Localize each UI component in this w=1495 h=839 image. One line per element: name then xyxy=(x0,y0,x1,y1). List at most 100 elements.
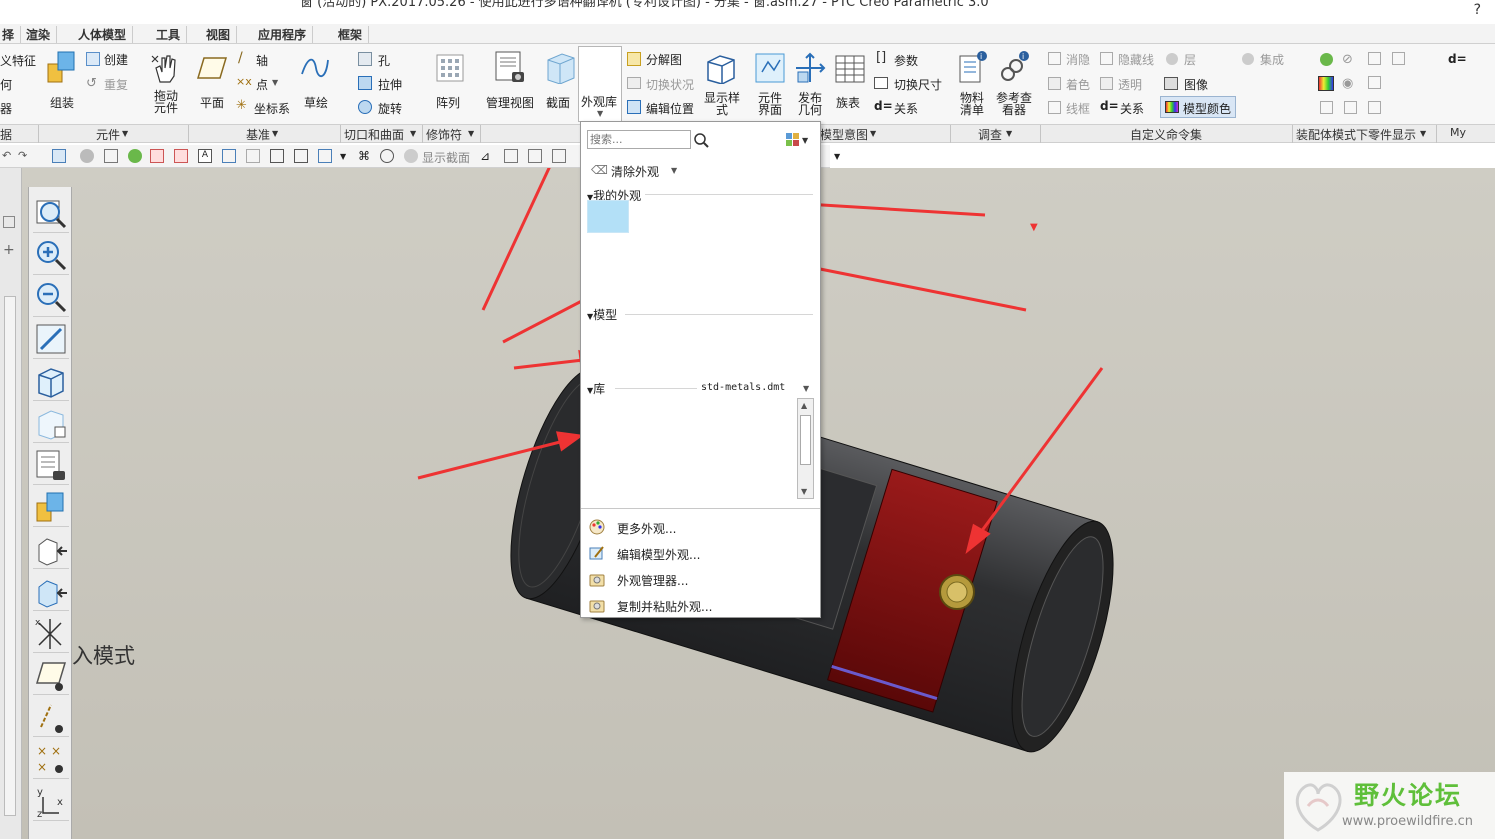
menu-tab-framework[interactable]: 框架 xyxy=(332,26,370,43)
toolbar-icon-10[interactable] xyxy=(270,149,284,163)
group-my[interactable]: My xyxy=(1450,126,1466,139)
panel-add-icon[interactable]: + xyxy=(3,242,15,258)
edit-position-button[interactable]: 编辑位置 xyxy=(646,100,694,117)
repaint-button[interactable] xyxy=(33,321,69,359)
regenerate-icon[interactable] xyxy=(52,149,66,163)
appearance-state-button[interactable] xyxy=(33,489,69,527)
ribbon-partial-geom[interactable]: 何 xyxy=(0,76,12,93)
view-mode-icon[interactable]: ▼ xyxy=(785,132,813,148)
part-display-icon-5[interactable] xyxy=(1344,101,1357,114)
explode-in-button[interactable] xyxy=(33,531,69,569)
hide-eye-icon[interactable]: ⊘ xyxy=(1342,52,1353,67)
menu-tab-applications[interactable]: 应用程序 xyxy=(252,26,314,43)
clear-appearance-dropdown-icon[interactable]: ▼ xyxy=(671,166,677,175)
wireframe-button[interactable]: 线框 xyxy=(1066,100,1090,117)
my-relations-button[interactable]: d= xyxy=(1448,52,1467,66)
assemble-button[interactable]: 组装 xyxy=(44,48,80,122)
group-part-display-arrow[interactable]: ▼ xyxy=(1420,129,1426,138)
menu-tab-render[interactable]: 渲染 xyxy=(20,26,58,43)
part-display-icon-6[interactable] xyxy=(1368,101,1381,114)
manage-views-button[interactable]: 管理视图 xyxy=(486,48,536,122)
csys-button[interactable]: 坐标系 xyxy=(254,100,290,117)
bom-button[interactable]: i 物料清单 xyxy=(954,48,990,122)
refit-button[interactable] xyxy=(33,195,69,233)
toolbar-icon-6[interactable] xyxy=(174,149,188,163)
csys-toggle-button[interactable]: y z x xyxy=(33,783,69,821)
part-display-icon-2[interactable] xyxy=(1392,52,1405,65)
scroll-up-icon[interactable]: ▲ xyxy=(801,401,807,410)
clear-appearance-button[interactable]: ⌫ 清除外观 ▼ xyxy=(589,162,709,180)
copy-paste-appearance-item[interactable]: 复制并粘贴外观... xyxy=(585,594,817,616)
point-dropdown-icon[interactable]: ▼ xyxy=(272,78,278,87)
appearance-gallery-dropdown-icon[interactable]: ▼ xyxy=(597,109,603,118)
annotation-icon[interactable]: A xyxy=(198,149,212,163)
family-table-button[interactable]: 族表 xyxy=(832,48,868,122)
orient-button[interactable] xyxy=(33,363,69,401)
part-display-icon-1[interactable] xyxy=(1368,52,1381,65)
status-green-icon[interactable] xyxy=(1320,53,1333,66)
show-section-icon[interactable] xyxy=(404,149,418,163)
reference-viewer-button[interactable]: i 参考查看器 xyxy=(994,48,1034,122)
show-eye-icon[interactable]: ◉ xyxy=(1342,76,1353,91)
ribbon-partial-feature[interactable]: 义特征 xyxy=(0,52,36,69)
relations-button[interactable]: 关系 xyxy=(894,100,918,117)
zoom-in-button[interactable] xyxy=(33,237,69,275)
layer-button[interactable]: 层 xyxy=(1184,51,1196,68)
scroll-down-icon[interactable]: ▼ xyxy=(801,487,807,496)
group-model-intent-arrow[interactable]: ▼ xyxy=(870,129,876,138)
group-datum-arrow[interactable]: ▼ xyxy=(272,129,278,138)
publish-geometry-button[interactable]: 发布几何 xyxy=(792,48,828,122)
search-input[interactable] xyxy=(590,132,688,147)
repeat-button[interactable]: 重复 xyxy=(104,76,128,93)
group-data[interactable]: 据 xyxy=(0,126,12,143)
edit-model-appearance-item[interactable]: 编辑模型外观... xyxy=(585,542,817,564)
group-investigate[interactable]: 调查 xyxy=(978,126,1002,143)
toolbar-icon-16[interactable] xyxy=(504,149,518,163)
library-dropdown-icon[interactable]: ▼ xyxy=(803,384,809,393)
integrate-button[interactable]: 集成 xyxy=(1260,51,1284,68)
help-icon[interactable]: ? xyxy=(1474,2,1481,18)
saved-views-button[interactable] xyxy=(33,405,69,443)
plane-display-button[interactable] xyxy=(33,657,69,695)
toolbar-icon-12[interactable] xyxy=(318,149,332,163)
section-button[interactable]: 截面 xyxy=(544,48,576,122)
group-component[interactable]: 元件 xyxy=(96,126,120,143)
point-button[interactable]: 点 xyxy=(256,76,268,93)
ribbon-partial-device[interactable]: 器 xyxy=(0,100,12,117)
point-display-button[interactable]: × × × xyxy=(33,741,69,779)
redo-icon[interactable]: ↷ xyxy=(18,149,32,163)
more-appearances-item[interactable]: 更多外观... xyxy=(585,516,817,538)
group-part-display[interactable]: 装配体模式下零件显示 xyxy=(1296,126,1416,143)
exploded-view-button[interactable]: 分解图 xyxy=(646,51,682,68)
csys-display-button[interactable]: x xyxy=(33,615,69,653)
panel-icon-1[interactable] xyxy=(3,216,15,228)
toolbar-green-icon[interactable] xyxy=(128,149,142,163)
drag-component-button[interactable]: 拖动元件 xyxy=(146,48,182,122)
group-modifiers[interactable]: 修饰符 xyxy=(426,126,462,143)
view-manager-button[interactable] xyxy=(33,447,69,485)
library-scrollbar[interactable]: ▲ ▼ xyxy=(797,398,814,499)
extrude-button[interactable]: 拉伸 xyxy=(378,76,402,93)
toolbar-icon-11[interactable] xyxy=(294,149,308,163)
appearance-gallery-button[interactable]: 外观库 ▼ xyxy=(578,46,622,122)
axis-display-button[interactable] xyxy=(33,699,69,737)
menu-tab-view[interactable]: 视图 xyxy=(200,26,238,43)
toolbar-icon-14[interactable] xyxy=(380,149,394,163)
undo-icon[interactable]: ↶ xyxy=(2,149,16,163)
group-modifiers-arrow[interactable]: ▼ xyxy=(468,129,474,138)
color-palette-icon[interactable] xyxy=(1318,76,1334,91)
menu-tab-select[interactable]: 择 xyxy=(0,26,22,43)
group-investigate-arrow[interactable]: ▼ xyxy=(1006,129,1012,138)
pattern-button[interactable]: 阵列 xyxy=(432,48,468,122)
switch-dims-button[interactable]: 切换尺寸 xyxy=(894,76,942,93)
shade-button[interactable]: 着色 xyxy=(1066,76,1090,93)
transparent-button[interactable]: 透明 xyxy=(1118,76,1142,93)
group-datum[interactable]: 基准 xyxy=(246,126,270,143)
scroll-thumb[interactable] xyxy=(800,415,811,465)
model-header[interactable]: ▼模型 xyxy=(587,306,617,323)
library-file-select[interactable]: std-metals.dmt xyxy=(701,382,785,393)
appearance-manager-item[interactable]: 外观管理器... xyxy=(585,568,817,590)
plane-button[interactable]: 平面 xyxy=(194,48,230,122)
create-button[interactable]: 创建 xyxy=(104,51,128,68)
component-interface-button[interactable]: 元件界面 xyxy=(752,48,788,122)
